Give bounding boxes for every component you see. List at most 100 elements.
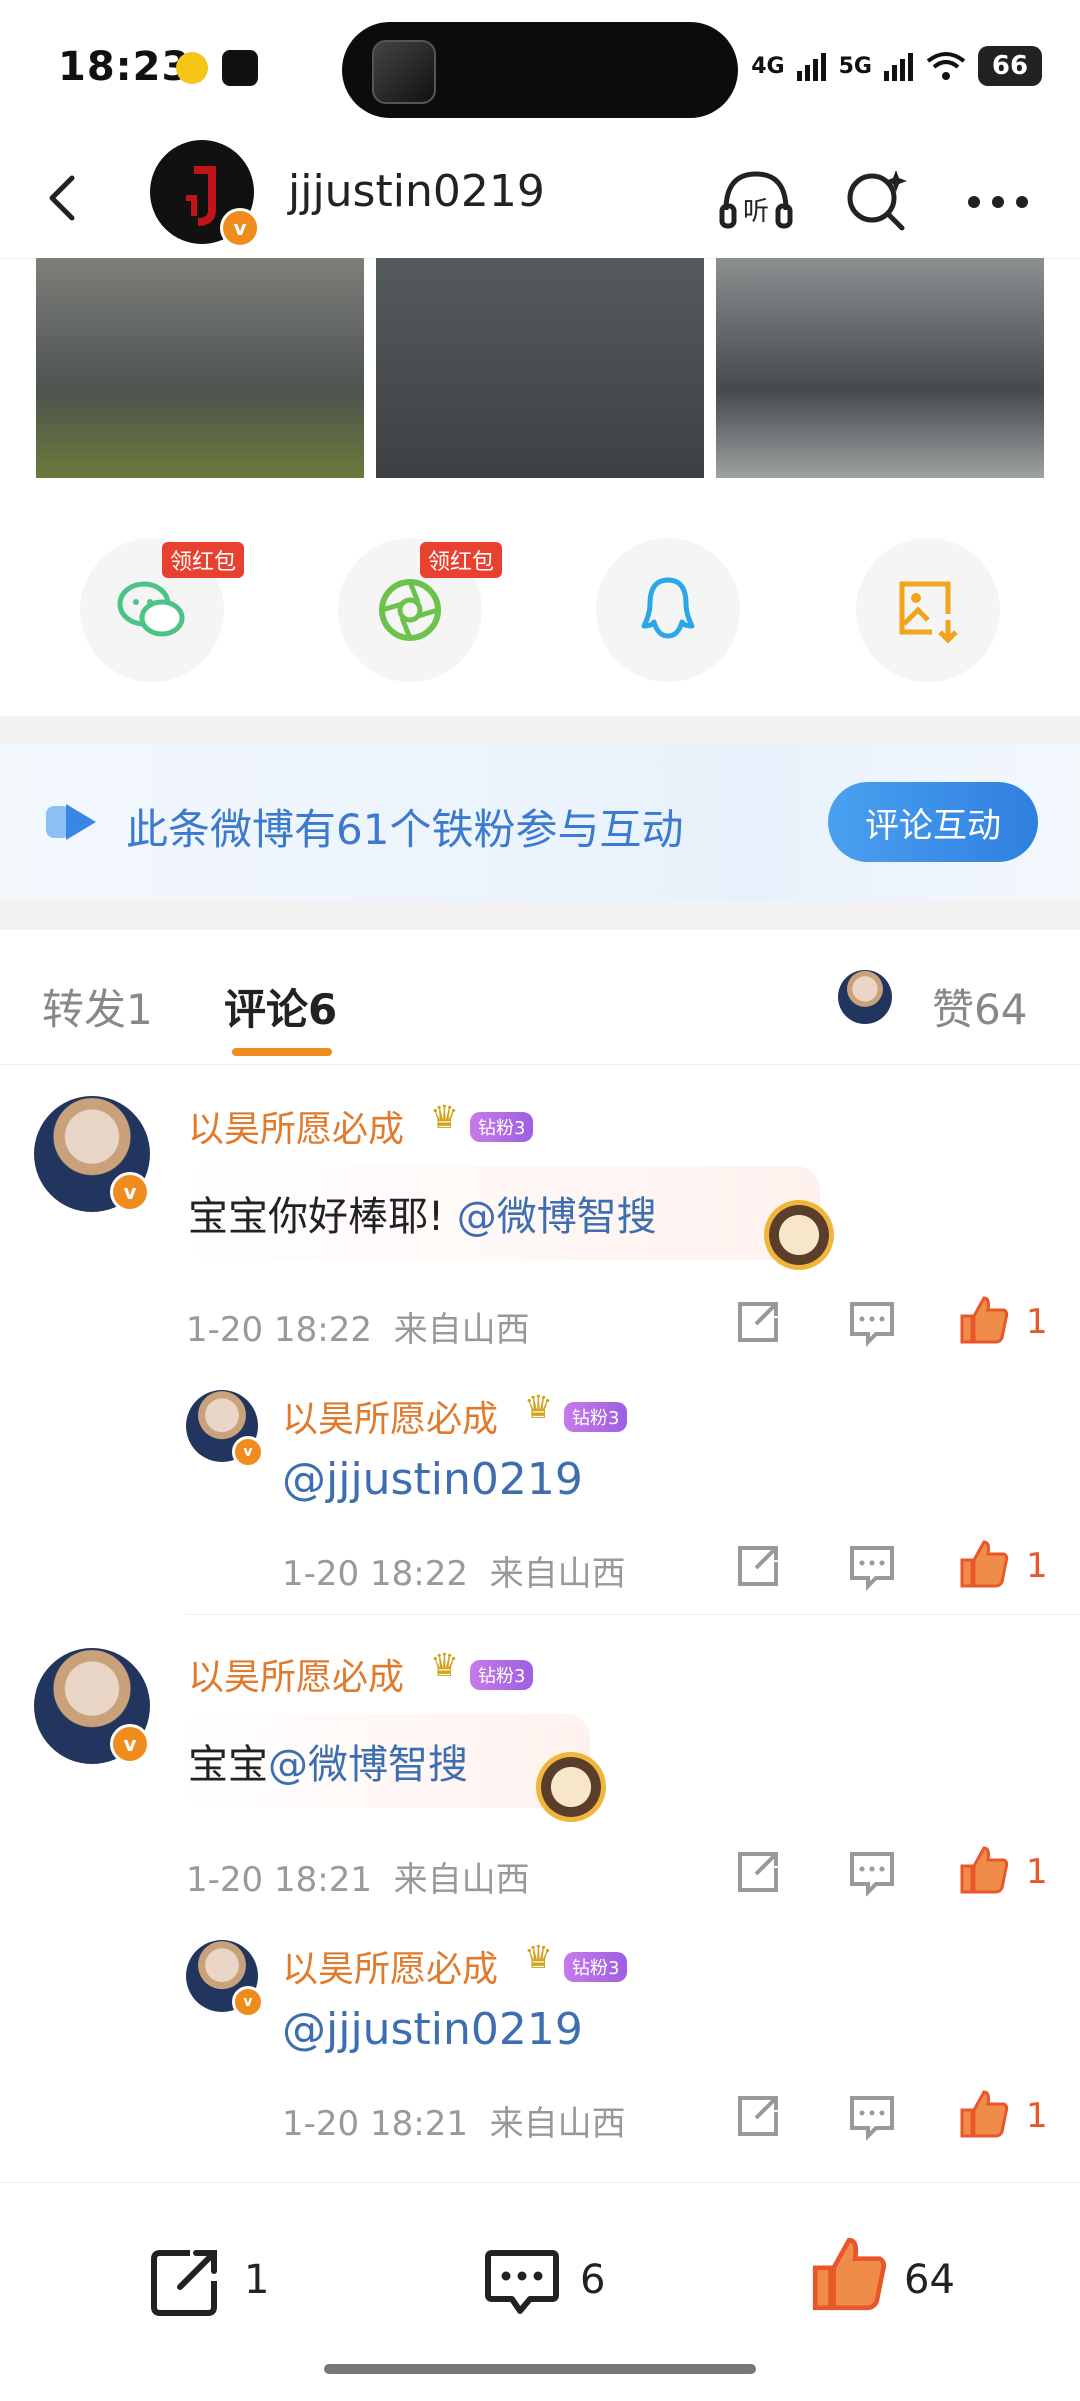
wechat-icon	[117, 581, 185, 637]
red-packet-tag: 领红包	[162, 542, 245, 578]
fan-level-badge: 钻粉3	[470, 1112, 534, 1142]
signal-bars-icon	[884, 53, 913, 81]
section-divider	[0, 716, 1080, 744]
reply-comment-icon[interactable]	[844, 1294, 900, 1350]
like-icon	[812, 2237, 887, 2311]
battery-indicator: 66	[978, 46, 1042, 86]
status-bar: 18:23 4G 5G 66	[0, 0, 1080, 140]
more-options-icon[interactable]	[958, 160, 1038, 240]
comment-count: 6	[580, 2257, 606, 2303]
reply-mention-link[interactable]: @jjjustin0219	[282, 2004, 583, 2055]
fans-banner-text: 此条微博有61个铁粉参与互动	[126, 805, 684, 854]
tab-repost[interactable]: 转发1	[42, 976, 153, 1037]
listen-label: 听	[743, 197, 769, 227]
post-photo-1[interactable]	[36, 258, 364, 478]
tab-comments-label: 评论	[224, 985, 309, 1034]
crown-icon: ♛	[430, 1646, 459, 1684]
verified-badge-icon: v	[110, 1172, 150, 1212]
comment-text-body: 宝宝	[188, 1742, 268, 1788]
reply-location: 来自山西	[489, 2104, 626, 2144]
share-qq-button[interactable]	[596, 538, 740, 682]
tab-repost-count: 1	[126, 985, 153, 1034]
repost-comment-icon[interactable]	[730, 1538, 786, 1594]
comment-icon	[485, 2250, 559, 2314]
comment-interact-button[interactable]: 评论互动	[828, 782, 1038, 862]
like-comment-icon[interactable]	[956, 2086, 1012, 2142]
comment-text-body: 宝宝你好棒耶!	[188, 1194, 457, 1240]
comment-meta: 1-20 18:22 来自山西	[186, 1302, 530, 1351]
comment-mention-link[interactable]: @微博智搜	[268, 1742, 468, 1788]
like-comment-icon[interactable]	[956, 1842, 1012, 1898]
listen-button[interactable]: 听	[716, 160, 796, 240]
reply-author-name[interactable]: 以昊所愿必成	[282, 1390, 498, 1442]
now-playing-thumbnail	[372, 40, 436, 104]
tab-likes[interactable]: 赞64	[932, 976, 1027, 1037]
reply-author-name[interactable]: 以昊所愿必成	[282, 1940, 498, 1992]
home-indicator[interactable]	[324, 2364, 756, 2374]
search-sparkle-icon[interactable]	[836, 160, 916, 240]
comment-mention-link[interactable]: @微博智搜	[457, 1194, 657, 1240]
verified-badge-icon: v	[232, 1436, 264, 1468]
decorative-sticker-icon	[536, 1752, 606, 1822]
crown-icon: ♛	[430, 1098, 459, 1136]
fans-interaction-banner: 此条微博有61个铁粉参与互动 评论互动	[0, 744, 1080, 900]
like-count: 64	[904, 2257, 955, 2303]
reply-like-count: 1	[1026, 1546, 1048, 1586]
post-photo-3[interactable]	[716, 258, 1044, 478]
like-comment-icon[interactable]	[956, 1292, 1012, 1348]
comment-divider	[186, 1614, 1080, 1615]
reply-time: 1-20 18:22	[282, 1554, 468, 1594]
comment-time: 1-20 18:22	[186, 1310, 372, 1350]
red-packet-tag: 领红包	[420, 542, 503, 578]
reply-comment-icon[interactable]	[844, 2088, 900, 2144]
tab-comments[interactable]: 评论6	[224, 976, 337, 1037]
comment-location: 来自山西	[393, 1310, 530, 1350]
comment-button[interactable]: 6	[482, 2233, 632, 2323]
wifi-icon	[926, 52, 966, 80]
repost-comment-icon[interactable]	[730, 2088, 786, 2144]
reply-mention-link[interactable]: @jjjustin0219	[282, 1454, 583, 1505]
liker-avatar[interactable]	[838, 970, 892, 1024]
signal-4g-icon: 4G	[751, 53, 785, 79]
reply-meta: 1-20 18:21 来自山西	[282, 2096, 626, 2145]
commenter-name[interactable]: 以昊所愿必成	[188, 1648, 404, 1700]
fan-level-badge: 钻粉3	[564, 1402, 628, 1432]
post-photo-2[interactable]	[376, 258, 704, 478]
like-comment-icon[interactable]	[956, 1536, 1012, 1592]
post-tabs: 转发1 评论6 赞64	[0, 930, 1080, 1065]
repost-button[interactable]: 1	[146, 2233, 286, 2323]
fans-play-icon	[46, 804, 96, 840]
reply-time: 1-20 18:21	[282, 2104, 468, 2144]
commenter-name[interactable]: 以昊所愿必成	[188, 1100, 404, 1152]
fan-level-badge: 钻粉3	[470, 1660, 534, 1690]
moments-icon	[379, 579, 441, 641]
post-header: v jjjustin0219 听	[0, 140, 1080, 259]
author-username[interactable]: jjjustin0219	[288, 166, 545, 217]
comment-location: 来自山西	[393, 1860, 530, 1900]
repost-count: 1	[244, 2257, 270, 2303]
repost-comment-icon[interactable]	[730, 1294, 786, 1350]
headphones-icon: 听	[719, 171, 793, 229]
crown-icon: ♛	[524, 1388, 553, 1426]
reply-meta: 1-20 18:22 来自山西	[282, 1546, 626, 1595]
repost-comment-icon[interactable]	[730, 1844, 786, 1900]
back-arrow-icon[interactable]	[34, 168, 94, 228]
reply-comment-icon[interactable]	[844, 1844, 900, 1900]
reply-comment-icon[interactable]	[844, 1538, 900, 1594]
author-avatar[interactable]: v	[150, 140, 260, 248]
comment-like-count: 1	[1026, 1302, 1048, 1342]
status-indicators: 4G 5G 66	[751, 46, 1042, 86]
save-image-icon	[899, 581, 958, 644]
verified-badge-icon: v	[220, 208, 260, 248]
comment-text: 宝宝你好棒耶! @微博智搜	[188, 1184, 657, 1242]
save-image-button[interactable]	[856, 538, 1000, 682]
qq-icon	[641, 577, 695, 639]
reply-location: 来自山西	[489, 1554, 626, 1594]
fan-level-badge: 钻粉3	[564, 1952, 628, 1982]
like-button[interactable]: 64	[806, 2227, 976, 2327]
comment-text: 宝宝@微博智搜	[188, 1732, 468, 1790]
tab-likes-label: 赞	[932, 985, 975, 1034]
active-tab-indicator	[232, 1048, 332, 1056]
repost-icon	[151, 2250, 217, 2316]
signal-bars-icon	[796, 53, 826, 81]
